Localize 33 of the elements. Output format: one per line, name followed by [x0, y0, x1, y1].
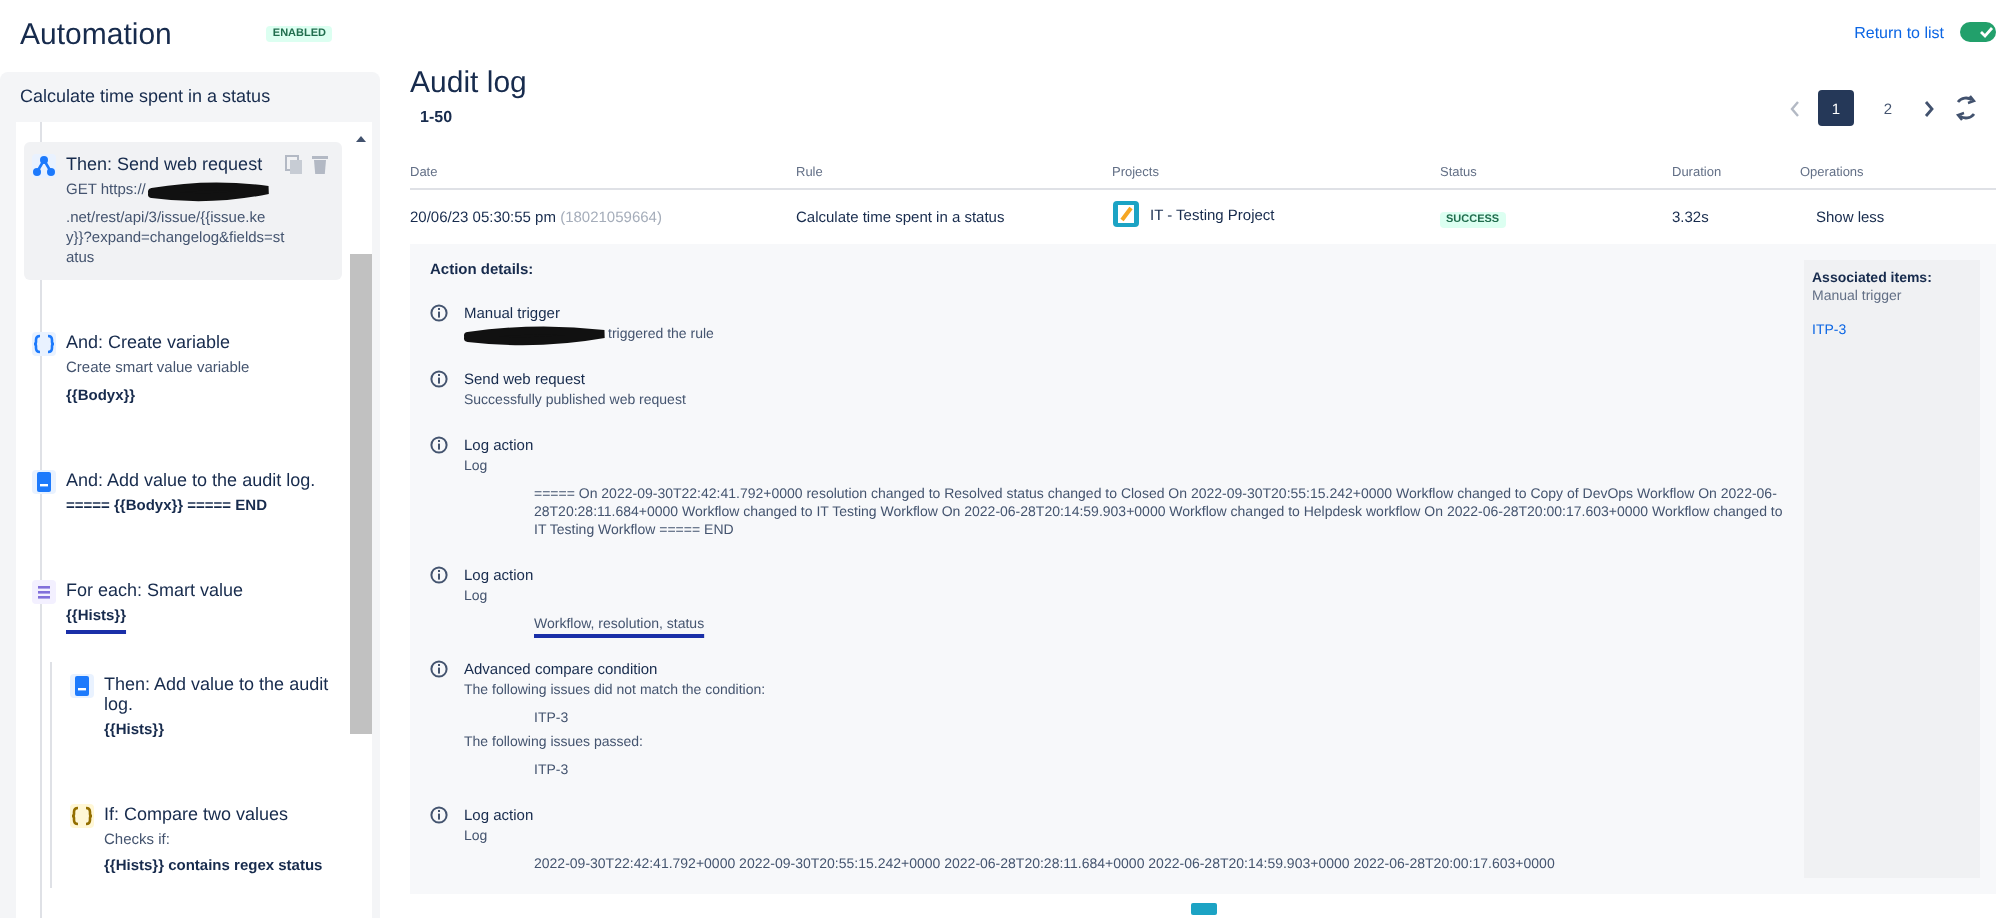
project-icon [1189, 902, 1217, 916]
copy-icon[interactable] [284, 154, 304, 176]
refresh-icon[interactable] [1952, 94, 1980, 122]
trash-icon[interactable] [310, 154, 330, 176]
braces-icon [68, 802, 96, 830]
step-title: And: Add value to the audit log. [66, 469, 316, 490]
info-icon [430, 435, 448, 453]
page-heading: Audit log [410, 66, 527, 100]
next-page-icon[interactable] [1922, 99, 1936, 117]
check-icon [1978, 24, 1994, 40]
info-icon [430, 369, 448, 387]
result-range: 1-50 [418, 108, 455, 126]
step-title: And: Create variable [66, 332, 231, 353]
info-icon [430, 565, 448, 583]
previous-page-icon[interactable] [1788, 99, 1802, 117]
project-icon [1112, 200, 1140, 228]
rule-name: Calculate time spent in a status [18, 84, 273, 110]
scrollbar-thumb[interactable] [350, 254, 372, 734]
page-title: Automation [20, 17, 172, 51]
step-title: Then: Send web request [66, 154, 263, 174]
redaction-mark [147, 182, 272, 202]
step-title: If: Compare two values [104, 804, 289, 824]
info-icon [430, 303, 448, 321]
step-title: For each: Smart value [66, 579, 244, 600]
braces-icon [30, 330, 58, 359]
scroll-up-icon[interactable] [354, 134, 368, 144]
return-link[interactable]: Return to list [1854, 23, 1944, 41]
toggle-switch[interactable] [1960, 22, 1996, 42]
redaction-mark [464, 326, 608, 346]
step-title: Then: Add value to the audit log. [104, 673, 331, 714]
network-icon [30, 152, 58, 180]
info-icon [430, 805, 448, 823]
info-icon [430, 659, 448, 677]
